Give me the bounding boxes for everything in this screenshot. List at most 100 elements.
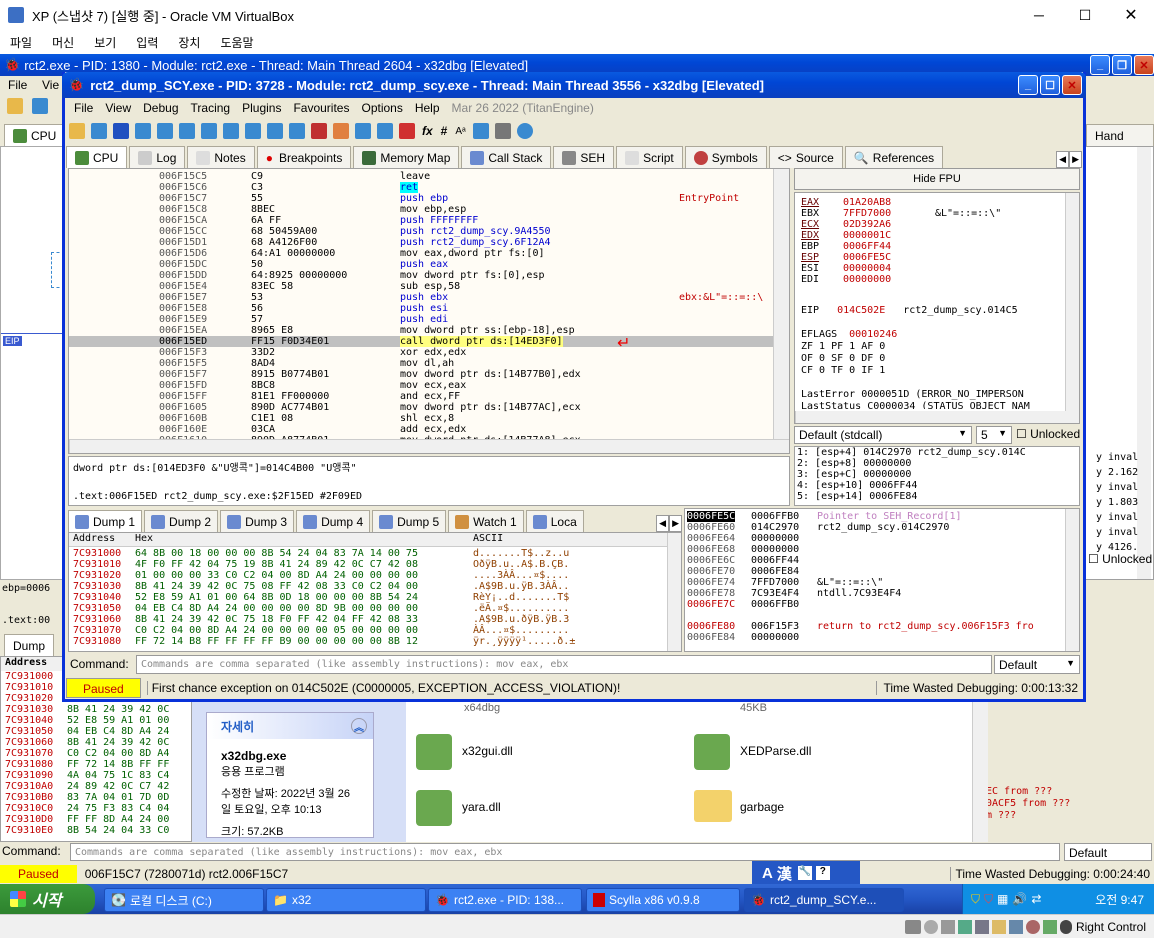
tab-scroll-right-icon[interactable]: ▶ bbox=[1069, 151, 1082, 168]
disasm-row[interactable]: 006F15E8 56 push esi bbox=[69, 303, 773, 314]
vbox-recording-icon[interactable] bbox=[1025, 920, 1040, 934]
vbox-network-icon[interactable] bbox=[957, 920, 972, 934]
comments-icon[interactable] bbox=[355, 123, 371, 139]
stack-row[interactable]: 0006FE78 7C93E4F4 ntdll.7C93E4F4 bbox=[685, 588, 1065, 599]
disasm-row[interactable]: 006F160E 03CA add ecx,edx bbox=[69, 424, 773, 435]
dump-panel[interactable]: Address Hex ASCII 7C931000 64 8B 00 18 00… bbox=[68, 532, 682, 652]
vbox-menu-machine[interactable]: 머신 bbox=[52, 34, 74, 51]
arg-count-spinner[interactable]: 5 ▼ bbox=[976, 426, 1012, 444]
register-row[interactable]: ESP 0006FE5C bbox=[801, 252, 1001, 263]
vbox-mouse-icon[interactable] bbox=[1059, 920, 1072, 934]
maximize-icon[interactable]: ☐ bbox=[1062, 7, 1108, 24]
disasm-row[interactable]: 006F15FD 8BC8 mov ecx,eax bbox=[69, 380, 773, 391]
register-row[interactable]: EAX 01A20AB8 bbox=[801, 197, 1001, 208]
breakpoint-icon[interactable] bbox=[311, 123, 327, 139]
tab-references[interactable]: 🔍 References bbox=[844, 146, 944, 168]
labels-icon[interactable] bbox=[377, 123, 393, 139]
back-command-input[interactable]: Commands are comma separated (like assem… bbox=[70, 843, 1060, 861]
tray-usb-icon[interactable]: ⇄ bbox=[1031, 892, 1041, 906]
tray-security-icon[interactable]: ⛉ bbox=[984, 892, 993, 907]
step-over-icon[interactable] bbox=[201, 123, 217, 139]
tab-breakpoints[interactable]: ● Breakpoints bbox=[256, 146, 352, 168]
disasm-vscroll[interactable] bbox=[773, 169, 789, 439]
tab-script[interactable]: Script bbox=[616, 146, 683, 168]
tray-shield-icon[interactable]: ⛉ bbox=[971, 892, 980, 907]
menu-file[interactable]: File bbox=[74, 101, 93, 115]
explorer-scrollbar[interactable] bbox=[972, 702, 988, 842]
stack-panel[interactable]: 0006FE5C 0006FFB0 Pointer to SEH_Record[1]… bbox=[684, 508, 1080, 652]
disasm-row[interactable]: 006F15C6 C3 ret bbox=[69, 182, 773, 193]
back-dump-tab[interactable]: Dump bbox=[4, 634, 55, 656]
patch-icon[interactable] bbox=[333, 123, 349, 139]
stack-row[interactable]: 0006FE74 7FFD7000 &L"=::=::\" bbox=[685, 577, 1065, 588]
back-close-icon[interactable]: ✕ bbox=[1134, 55, 1154, 75]
restart-icon[interactable] bbox=[32, 98, 49, 114]
reg-eflags-value[interactable]: 00010246 bbox=[849, 329, 897, 340]
back-dump-row[interactable]: 7C9310C0 24 75 F3 83 C4 04 bbox=[1, 803, 191, 814]
collapse-icon[interactable]: ︽ bbox=[351, 718, 367, 734]
back-dump-row[interactable]: 7C9310E0 8B 54 24 04 33 C0 bbox=[1, 825, 191, 836]
disasm-row[interactable]: 006F15D6 64:A1 00000000 mov eax,dword ptr … bbox=[69, 248, 773, 259]
vbox-cpu-icon[interactable] bbox=[1042, 920, 1057, 934]
register-row[interactable]: EBP 0006FF44 bbox=[801, 241, 1001, 252]
argument-row[interactable]: 3: [esp+C] 00000000 bbox=[797, 469, 1026, 480]
stack-row[interactable]: 0006FE7C 0006FFB0 bbox=[685, 599, 1065, 610]
stack-row[interactable]: 0006FE80 006F15F3 return to rct2_dump_scy.… bbox=[685, 621, 1065, 632]
back-dump-row[interactable]: 7C931050 04 EB C4 8D A4 24 bbox=[1, 726, 191, 737]
stop-icon[interactable] bbox=[113, 123, 129, 139]
explorer-file-list[interactable]: x64dbg 45KB x32gui.dll XEDParse.dll yara… bbox=[406, 702, 972, 842]
task-local-disk[interactable]: 💽 로컬 디스크 (C:) bbox=[104, 888, 264, 912]
argument-row[interactable]: 2: [esp+8] 00000000 bbox=[797, 458, 1026, 469]
disasm-hscroll[interactable] bbox=[69, 439, 789, 453]
task-scylla[interactable]: Scylla x86 v0.9.8 bbox=[586, 888, 740, 912]
folder-garbage[interactable]: garbage bbox=[740, 800, 784, 814]
back-dump-row[interactable]: 7C931060 8B 41 24 39 42 0C bbox=[1, 737, 191, 748]
script-icon[interactable] bbox=[472, 123, 489, 139]
task-rct2-dump-debugger[interactable]: 🐞 rct2_dump_SCY.e... bbox=[744, 888, 904, 912]
start-button[interactable]: 시작 bbox=[0, 884, 95, 914]
trace-into-icon[interactable] bbox=[223, 123, 239, 139]
dump-tab-scroll-right-icon[interactable]: ▶ bbox=[669, 515, 682, 532]
back-dump-row[interactable]: 7C9310A0 24 89 42 0C C7 42 bbox=[1, 781, 191, 792]
regs-vscroll[interactable] bbox=[1065, 193, 1079, 423]
ime-mode-a[interactable]: A bbox=[762, 865, 773, 882]
task-rct2-debugger[interactable]: 🐞 rct2.exe - PID: 138... bbox=[428, 888, 582, 912]
register-value[interactable]: 01A20AB8 bbox=[843, 197, 935, 208]
register-value[interactable]: 00000004 bbox=[843, 263, 935, 274]
vbox-menu-help[interactable]: 도움말 bbox=[220, 34, 253, 51]
main-close-icon[interactable]: ✕ bbox=[1062, 75, 1082, 95]
register-row[interactable]: EDI 00000000 bbox=[801, 274, 1001, 285]
minimize-icon[interactable]: ─ bbox=[1016, 7, 1062, 23]
menu-options[interactable]: Options bbox=[361, 101, 402, 115]
disasm-row[interactable]: 006F15CA 6A FF push FFFFFFFF bbox=[69, 215, 773, 226]
register-value[interactable]: 02D392A6 bbox=[843, 219, 935, 230]
vbox-display-icon[interactable] bbox=[1008, 920, 1023, 934]
task-x32-folder[interactable]: 📁 x32 bbox=[266, 888, 426, 912]
font-icon[interactable]: Aᵃ bbox=[455, 126, 465, 137]
vbox-menu-file[interactable]: 파일 bbox=[10, 34, 32, 51]
register-row[interactable]: EBX 7FFD7000 &L"=::=::\" bbox=[801, 208, 1001, 219]
back-tab-handles[interactable]: Hand bbox=[1086, 124, 1154, 146]
tab-memory-map[interactable]: Memory Map bbox=[353, 146, 460, 168]
trace-over-icon[interactable] bbox=[245, 123, 261, 139]
dump-row[interactable]: 7C931070 C0 C2 04 00 8D A4 24 00 00 00 00… bbox=[69, 625, 669, 636]
dump-tab-2[interactable]: Dump 2 bbox=[144, 510, 219, 532]
disasm-row[interactable]: 006F15C5 C9 leave bbox=[69, 171, 773, 182]
register-value[interactable]: 7FFD7000 bbox=[843, 208, 935, 219]
menu-help[interactable]: Help bbox=[415, 101, 440, 115]
stack-vscroll[interactable] bbox=[1065, 509, 1079, 651]
regs-hscroll[interactable] bbox=[795, 411, 1079, 423]
dump-tab-4[interactable]: Dump 4 bbox=[296, 510, 371, 532]
vbox-optical-icon[interactable] bbox=[923, 920, 938, 934]
disasm-row[interactable]: 006F15F3 33D2 xor edx,edx bbox=[69, 347, 773, 358]
tab-log[interactable]: Log bbox=[129, 146, 186, 168]
tab-notes[interactable]: Notes bbox=[187, 146, 255, 168]
file-x32gui[interactable]: x32gui.dll bbox=[462, 744, 513, 758]
dump-tab-5[interactable]: Dump 5 bbox=[372, 510, 447, 532]
disasm-row[interactable]: 006F15C7 55 push ebp EntryPoint bbox=[69, 193, 773, 204]
dump-tab-scroll-left-icon[interactable]: ◀ bbox=[656, 515, 670, 532]
unlocked-checkbox[interactable]: ☐ Unlocked bbox=[1016, 427, 1082, 441]
vbox-menu-input[interactable]: 입력 bbox=[136, 34, 158, 51]
vbox-shared-folder-icon[interactable] bbox=[991, 920, 1006, 934]
menu-plugins[interactable]: Plugins bbox=[242, 101, 281, 115]
